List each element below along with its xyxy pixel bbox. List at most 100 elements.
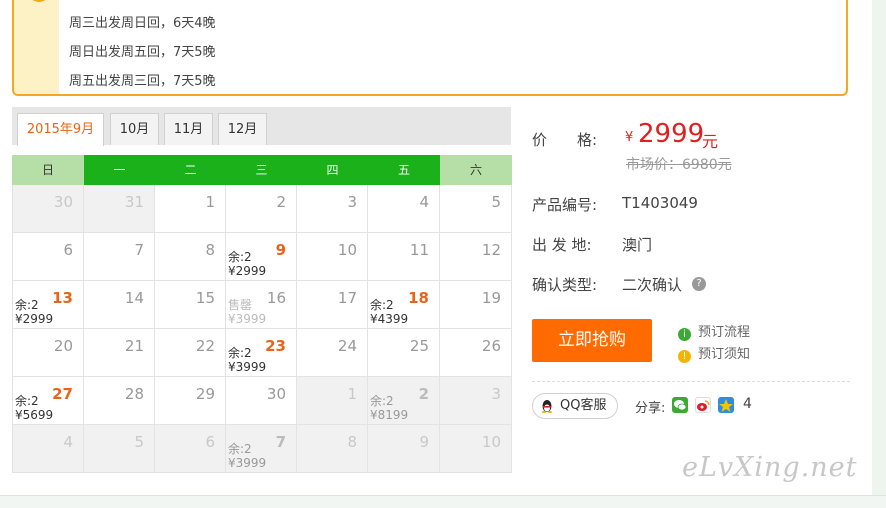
calendar-day[interactable]: 17 (297, 281, 368, 329)
calendar-day[interactable]: 5 (84, 425, 155, 473)
calendar-day[interactable]: 22 (155, 329, 226, 377)
calendar-day[interactable]: 7 余:2 ¥3999 (226, 425, 297, 473)
wechat-icon[interactable] (672, 397, 688, 413)
confirm-type-label: 确认类型: (532, 276, 598, 294)
day-number: 22 (195, 337, 215, 355)
calendar-day[interactable]: 2 余:2 ¥8199 (368, 377, 440, 425)
calendar-day[interactable]: 24 (297, 329, 368, 377)
tab-2015-09[interactable]: 2015年9月 (17, 113, 104, 146)
calendar-day[interactable]: 15 (155, 281, 226, 329)
tab-11[interactable]: 11月 (164, 113, 213, 145)
calendar-day[interactable]: 1 (155, 185, 226, 233)
price-label: 价 格: (532, 131, 598, 149)
qq-penguin-icon (542, 400, 552, 413)
notice-line: 周三出发周日回，6天4晚 (69, 16, 216, 31)
calendar-day[interactable]: 11 (368, 233, 440, 281)
day-stock: 余:2 (228, 442, 252, 456)
day-number: 20 (53, 337, 73, 355)
booking-process-link[interactable]: i 预订流程 (678, 321, 750, 341)
day-number: 11 (409, 241, 429, 259)
calendar-day[interactable]: 25 (368, 329, 440, 377)
calendar-day[interactable]: 18 余:2 ¥4399 (368, 281, 440, 329)
day-number: 24 (337, 337, 357, 355)
calendar-day[interactable]: 26 (440, 329, 512, 377)
calendar-day[interactable]: 2 (226, 185, 297, 233)
calendar-day[interactable]: 21 (84, 329, 155, 377)
calendar-day[interactable]: 9 余:2 ¥2999 (226, 233, 297, 281)
calendar-day[interactable]: 30 (226, 377, 297, 425)
calendar-day[interactable]: 6 (155, 425, 226, 473)
product-code-value: T1403049 (622, 194, 698, 212)
day-number: 13 (52, 289, 73, 307)
price-value: 2999 (638, 119, 705, 149)
day-number: 2 (276, 193, 286, 211)
calendar-day[interactable]: 4 (368, 185, 440, 233)
day-number: 4 (419, 193, 429, 211)
day-stock: 余:2 (15, 298, 39, 312)
calendar-day[interactable]: 10 (297, 233, 368, 281)
day-number: 21 (124, 337, 144, 355)
day-number: 19 (481, 289, 501, 307)
booking-notes-link[interactable]: ! 预订须知 (678, 343, 750, 363)
day-price: ¥8199 (370, 408, 409, 422)
calendar-day[interactable]: 6 (12, 233, 84, 281)
calendar-day[interactable]: 5 (440, 185, 512, 233)
day-stock-price: 余:2 ¥5699 (15, 394, 53, 422)
warning-icon: ! (678, 350, 691, 363)
calendar-day[interactable]: 19 (440, 281, 512, 329)
day-number: 7 (134, 241, 144, 259)
calendar-day[interactable]: 14 (84, 281, 155, 329)
calendar-day[interactable]: 10 (440, 425, 512, 473)
help-icon[interactable]: ? (692, 277, 706, 291)
day-price: ¥3999 (228, 360, 267, 374)
weekday-header: 五 (368, 155, 440, 185)
notice-sidebar (14, 0, 59, 94)
calendar-day[interactable]: 28 (84, 377, 155, 425)
weekday-header: 六 (440, 155, 512, 185)
calendar-day[interactable]: 3 (297, 185, 368, 233)
day-number: 1 (347, 385, 357, 403)
buy-now-button[interactable]: 立即抢购 (532, 319, 652, 362)
calendar-day[interactable]: 4 (12, 425, 84, 473)
calendar-day[interactable]: 31 (84, 185, 155, 233)
day-number: 9 (419, 433, 429, 451)
departure-label: 出 发 地: (532, 236, 592, 254)
calendar-day[interactable]: 12 (440, 233, 512, 281)
calendar-day[interactable]: 3 (440, 377, 512, 425)
tab-12[interactable]: 12月 (218, 113, 267, 145)
calendar-day[interactable]: 29 (155, 377, 226, 425)
weibo-icon[interactable] (695, 397, 711, 413)
day-stock-price: 余:2 ¥8199 (370, 394, 408, 422)
day-number: 15 (195, 289, 215, 307)
qzone-icon[interactable] (718, 397, 734, 413)
day-number: 30 (266, 385, 286, 403)
day-number: 14 (124, 289, 144, 307)
tab-10[interactable]: 10月 (110, 113, 159, 145)
calendar-day[interactable]: 9 (368, 425, 440, 473)
calendar-day[interactable]: 7 (84, 233, 155, 281)
day-number: 27 (52, 385, 73, 403)
booking-notes-label: 预订须知 (698, 347, 751, 362)
calendar-day[interactable]: 13 余:2 ¥2999 (12, 281, 84, 329)
day-price: ¥5699 (15, 408, 54, 422)
day-number: 9 (275, 241, 286, 259)
product-code-label: 产品编号: (532, 196, 598, 214)
day-number: 18 (408, 289, 429, 307)
calendar-day[interactable]: 1 (297, 377, 368, 425)
calendar-day[interactable]: 27 余:2 ¥5699 (12, 377, 84, 425)
notice-line: 周五出发周三回，7天5晚 (69, 74, 216, 89)
divider (532, 381, 850, 382)
calendar-day[interactable]: 16 售罄 ¥3999 (226, 281, 297, 329)
calendar-day[interactable]: 23 余:2 ¥3999 (226, 329, 297, 377)
calendar-day[interactable]: 8 (155, 233, 226, 281)
calendar-day[interactable]: 20 (12, 329, 84, 377)
calendar-day[interactable]: 30 (12, 185, 84, 233)
day-number: 1 (205, 193, 215, 211)
day-number: 3 (491, 385, 501, 403)
booking-process-label: 预订流程 (698, 325, 751, 340)
day-number: 2 (418, 385, 429, 403)
calendar-day[interactable]: 8 (297, 425, 368, 473)
qq-service-button[interactable]: QQ客服 (532, 393, 618, 419)
day-number: 3 (347, 193, 357, 211)
day-number: 23 (265, 337, 286, 355)
